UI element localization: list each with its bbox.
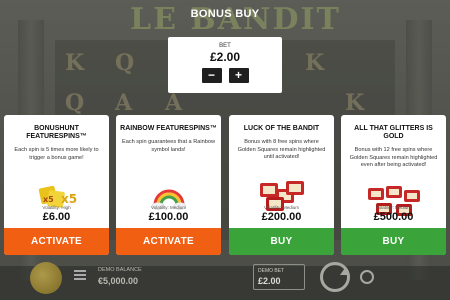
decrease-bet-button[interactable]: − — [201, 68, 222, 83]
bonus-buy-title: BONUS BUY — [190, 8, 260, 20]
activate-rainbow-button[interactable]: ACTIVATE — [116, 228, 221, 255]
bet-panel: BET £2.00 − + — [168, 37, 282, 93]
buy-luck-of-the-bandit-button[interactable]: BUY — [229, 228, 334, 255]
volatility-label: Volatility: Medium — [263, 205, 299, 210]
bonus-card-rainbow: RAINBOW FEATURESPINS™ Each spin guarante… — [116, 115, 221, 255]
svg-text:x5: x5 — [61, 192, 77, 206]
bet-display-label: DEMO BET — [258, 268, 285, 274]
bonus-card-luck-of-the-bandit: LUCK OF THE BANDIT Bonus with 8 free spi… — [229, 115, 334, 255]
svg-text:x5: x5 — [43, 195, 54, 204]
card-description: Each spin guarantees that a Rainbow symb… — [122, 139, 215, 153]
card-description: Each spin is 5 times more likely to trig… — [14, 147, 99, 161]
bonus-card-bonushunt: BONUSHUNT FEATURESPINS™ Each spin is 5 t… — [4, 115, 109, 255]
card-price: £6.00 — [42, 211, 71, 223]
card-price: £200.00 — [261, 211, 302, 223]
card-title: ALL THAT GLITTERS IS GOLD — [354, 125, 433, 140]
card-title: RAINBOW FEATURESPINS™ — [120, 125, 217, 132]
bonus-card-all-that-glitters: ALL THAT GLITTERS IS GOLD Bonus with 12 … — [341, 115, 446, 255]
increase-bet-button[interactable]: + — [228, 68, 249, 83]
card-price: £100.00 — [148, 211, 189, 223]
activate-bonushunt-button[interactable]: ACTIVATE — [4, 228, 109, 255]
volatility-label: Volatility: Medium — [375, 205, 411, 210]
autoplay-icon[interactable] — [360, 270, 374, 284]
coin-icon[interactable] — [30, 262, 62, 294]
spin-arrow-icon — [340, 268, 350, 275]
card-title: LUCK OF THE BANDIT — [243, 125, 320, 132]
card-description: Bonus with 8 free spins where Golden Squ… — [237, 139, 326, 160]
card-title: BONUSHUNT FEATURESPINS™ — [26, 125, 87, 140]
volatility-label: Volatility: Medium — [150, 205, 186, 210]
bottom-bar — [0, 266, 450, 300]
balance-value: €5,000.00 — [98, 276, 139, 286]
bet-label: BET — [219, 43, 231, 49]
buy-all-that-glitters-button[interactable]: BUY — [341, 228, 446, 255]
card-price: £500.00 — [373, 211, 414, 223]
bet-value: £2.00 — [209, 50, 241, 64]
bet-display[interactable]: DEMO BET £2.00 — [253, 264, 305, 290]
menu-icon[interactable] — [74, 270, 86, 280]
card-description: Bonus with 12 free spins where Golden Sq… — [349, 147, 438, 168]
spin-button[interactable] — [320, 262, 350, 292]
bet-display-value: £2.00 — [258, 276, 281, 286]
balance-label: DEMO BALANCE — [98, 267, 142, 273]
volatility-label: Volatility: High — [42, 205, 71, 210]
